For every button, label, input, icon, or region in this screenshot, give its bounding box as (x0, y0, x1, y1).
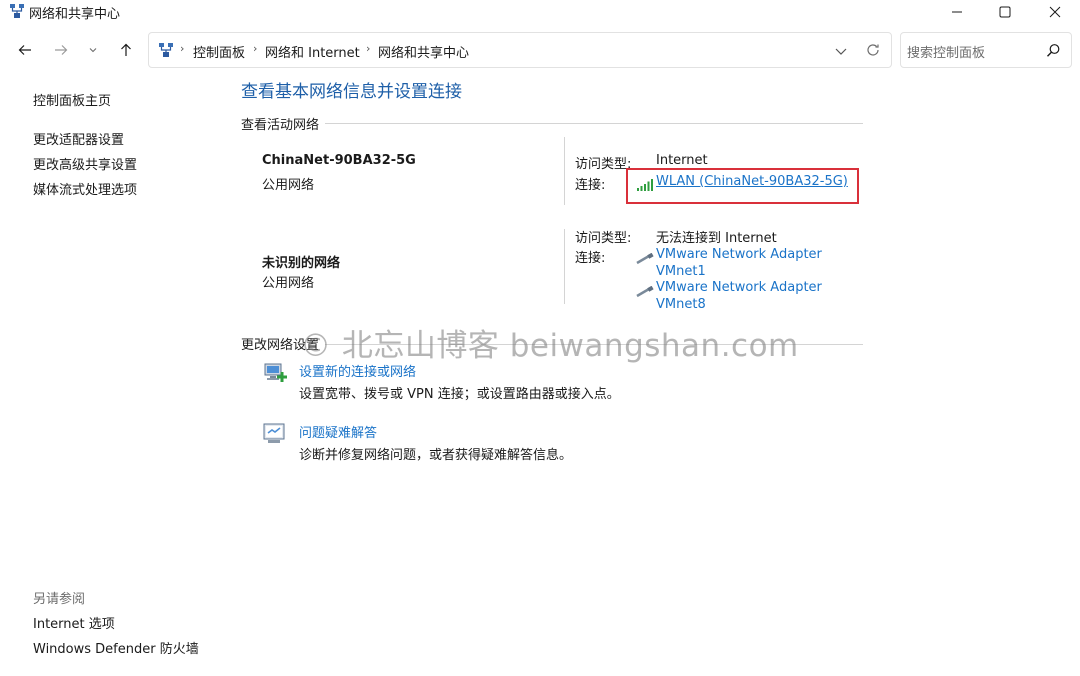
breadcrumb-control-panel[interactable]: 控制面板 (193, 42, 245, 61)
access-type-value: 无法连接到 Internet (656, 231, 777, 246)
close-button[interactable] (1032, 0, 1078, 24)
active-networks-label: 查看活动网络 (241, 114, 326, 133)
back-button[interactable] (12, 38, 38, 62)
ethernet-cable-icon (636, 250, 654, 265)
sidebar-windows-defender-firewall[interactable]: Windows Defender 防火墙 (33, 638, 199, 657)
refresh-icon[interactable] (865, 42, 881, 58)
search-icon[interactable] (1046, 43, 1061, 58)
recent-locations-button[interactable] (82, 38, 104, 62)
search-placeholder: 搜索控制面板 (907, 46, 986, 61)
network-category[interactable]: 公用网络 (262, 272, 314, 291)
highlight-box (626, 168, 859, 204)
section-divider (241, 123, 863, 124)
sidebar-internet-options[interactable]: Internet 选项 (33, 613, 115, 632)
network-name: 未识别的网络 (262, 256, 341, 271)
sidebar-change-adapter-settings[interactable]: 更改适配器设置 (33, 129, 124, 148)
sidebar-media-streaming-options[interactable]: 媒体流式处理选项 (33, 179, 137, 198)
up-button[interactable] (113, 38, 139, 62)
column-divider (564, 229, 565, 304)
vmnet1-connection-link-line2[interactable]: VMnet1 (656, 264, 706, 279)
chevron-down-icon (89, 48, 97, 53)
connections-label: 连接: (575, 178, 606, 193)
title-bar: 网络和共享中心 (0, 0, 1080, 24)
see-also-heading: 另请参阅 (33, 592, 86, 607)
new-connection-icon (262, 360, 288, 386)
arrow-right-icon (55, 45, 68, 55)
chevron-right-icon: › (180, 42, 185, 55)
network-name: ChinaNet-90BA32-5G (262, 153, 416, 168)
forward-button[interactable] (48, 38, 74, 62)
address-bar[interactable]: › 控制面板 › 网络和 Internet › 网络和共享中心 (148, 32, 892, 68)
chevron-right-icon: › (253, 42, 258, 55)
arrow-up-icon (121, 43, 131, 56)
sidebar-control-panel-home[interactable]: 控制面板主页 (33, 90, 111, 109)
vmnet1-connection-link[interactable]: VMware Network Adapter (656, 247, 822, 262)
navigation-bar: › 控制面板 › 网络和 Internet › 网络和共享中心 搜索控制面板 (0, 28, 1080, 72)
page-title: 查看基本网络信息并设置连接 (241, 82, 462, 102)
chevron-right-icon: › (366, 42, 371, 55)
ethernet-cable-icon (636, 283, 654, 298)
window-title: 网络和共享中心 (29, 7, 121, 22)
breadcrumb-network-sharing-center[interactable]: 网络和共享中心 (378, 42, 469, 61)
control-panel-icon (158, 42, 174, 58)
sidebar-change-advanced-sharing[interactable]: 更改高级共享设置 (33, 154, 137, 173)
access-type-value: Internet (656, 153, 708, 168)
network-category[interactable]: 公用网络 (262, 174, 314, 193)
connections-label: 连接: (575, 251, 606, 266)
address-dropdown-icon[interactable] (833, 43, 849, 59)
task-description: 诊断并修复网络问题，或者获得疑难解答信息。 (299, 448, 573, 463)
breadcrumb-network-internet[interactable]: 网络和 Internet (265, 42, 360, 61)
access-type-label: 访问类型: (575, 157, 632, 172)
column-divider (564, 137, 565, 205)
task-description: 设置宽带、拨号或 VPN 连接；或设置路由器或接入点。 (299, 387, 620, 402)
minimize-button[interactable] (934, 0, 980, 24)
arrow-left-icon (18, 45, 31, 55)
maximize-button[interactable] (982, 0, 1028, 24)
search-input[interactable]: 搜索控制面板 (900, 32, 1072, 68)
access-type-label: 访问类型: (575, 231, 632, 246)
troubleshoot-icon (262, 421, 288, 447)
vmnet8-connection-link[interactable]: VMware Network Adapter (656, 280, 822, 295)
network-center-icon (9, 3, 25, 19)
troubleshoot-link[interactable]: 问题疑难解答 (299, 422, 377, 441)
watermark: © 北忘山博客 beiwangshan.com (300, 328, 799, 364)
vmnet8-connection-link-line2[interactable]: VMnet8 (656, 297, 706, 312)
